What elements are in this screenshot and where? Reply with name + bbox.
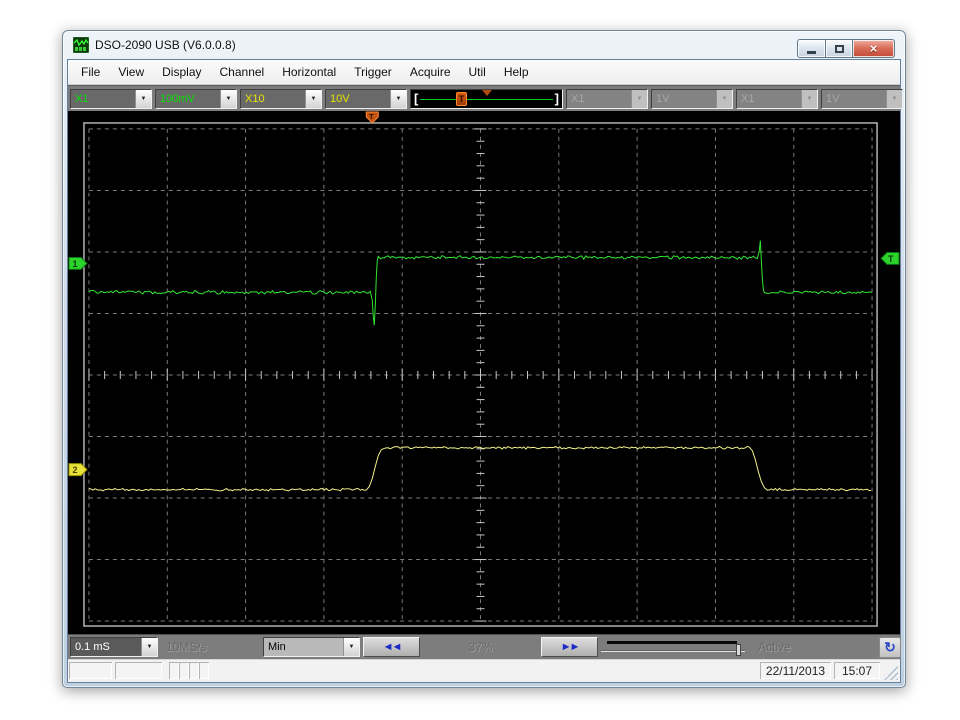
buffer-position-percent: 37% <box>423 637 538 657</box>
channel-toolbar: X1 ▼ 100mV ▼ X10 ▼ 10V ▼ [ ] T <box>68 85 900 111</box>
slider-handle[interactable] <box>736 644 741 656</box>
scope-canvas: 1 2 T T <box>68 111 900 634</box>
status-cell <box>69 662 112 679</box>
position-slider[interactable] <box>601 636 749 659</box>
chevron-down-icon: ▼ <box>631 90 647 108</box>
ext2-probe-combo-disabled: X1 ▼ <box>736 89 818 109</box>
chevron-down-icon[interactable]: ▼ <box>220 90 236 108</box>
ch1-voltage-value: 100mV <box>156 90 220 108</box>
ch2-voltage-value: 10V <box>326 90 390 108</box>
resize-grip[interactable] <box>884 666 898 680</box>
ch2-probe-value: X10 <box>241 90 305 108</box>
app-icon <box>73 37 89 53</box>
ch2-position-marker-label: 2 <box>72 465 77 475</box>
menu-item-channel[interactable]: Channel <box>211 61 274 83</box>
status-indicator-cell <box>179 662 189 679</box>
status-cell <box>115 662 162 679</box>
menu-item-file[interactable]: File <box>72 61 109 83</box>
menu-item-acquire[interactable]: Acquire <box>401 61 460 83</box>
ext1-voltage-value: 1V <box>652 90 716 108</box>
acquisition-mode-value: Min <box>264 638 343 656</box>
chevron-down-icon[interactable]: ▼ <box>343 638 359 656</box>
timebase-value: 0.1 mS <box>71 638 141 656</box>
menu-item-trigger[interactable]: Trigger <box>345 61 401 83</box>
chevron-down-icon[interactable]: ▼ <box>390 90 406 108</box>
ext2-voltage-value: 1V <box>822 90 886 108</box>
timebase-combo[interactable]: 0.1 mS ▼ <box>70 637 158 657</box>
ch1-probe-value: X1 <box>71 90 135 108</box>
menu-item-horizontal[interactable]: Horizontal <box>273 61 345 83</box>
menu-item-view[interactable]: View <box>109 61 153 83</box>
trigger-position-bar[interactable]: [ ] T <box>410 89 563 109</box>
acquisition-mode-combo[interactable]: Min ▼ <box>263 637 360 657</box>
menu-item-display[interactable]: Display <box>153 61 210 83</box>
refresh-icon: ↻ <box>884 639 896 656</box>
ext1-probe-value: X1 <box>567 90 631 108</box>
close-icon: × <box>870 41 878 56</box>
status-indicator-cell <box>199 662 209 679</box>
status-time: 15:07 <box>834 662 880 679</box>
close-button[interactable]: × <box>853 39 895 58</box>
forward-icon: ►► <box>561 641 579 653</box>
refresh-button[interactable]: ↻ <box>879 637 901 658</box>
rewind-icon: ◄◄ <box>383 641 401 653</box>
ext1-probe-combo-disabled: X1 ▼ <box>566 89 648 109</box>
status-bar: 22/11/2013 15:07 <box>68 659 900 682</box>
chevron-down-icon[interactable]: ▼ <box>135 90 151 108</box>
waveform-ch2 <box>89 446 871 491</box>
ch1-position-marker-label: 1 <box>72 259 77 269</box>
ext2-voltage-combo-disabled: 1V ▼ <box>821 89 903 109</box>
trigger-bar-line <box>420 99 553 100</box>
status-date: 22/11/2013 <box>760 662 831 679</box>
sample-rate-label: 10MS/s <box>161 637 260 657</box>
acquisition-status-label: Active <box>752 637 876 657</box>
chevron-down-icon[interactable]: ▼ <box>141 638 157 656</box>
client-area: File View Display Channel Horizontal Tri… <box>67 59 901 683</box>
transport-toolbar: 0.1 mS ▼ 10MS/s Min ▼ ◄◄ 37% ►► Active ↻ <box>68 634 900 659</box>
oscilloscope-display[interactable]: 1 2 T T <box>68 111 900 634</box>
slider-fill-bar <box>607 641 737 644</box>
slider-groove[interactable] <box>601 650 745 652</box>
horizontal-trigger-marker-label: T <box>369 114 374 121</box>
trigger-position-marker[interactable]: T <box>456 92 467 106</box>
ext1-voltage-combo-disabled: 1V ▼ <box>651 89 733 109</box>
trigger-level-marker-label: T <box>888 254 894 264</box>
ch1-voltage-combo[interactable]: 100mV ▼ <box>155 89 237 109</box>
maximize-button[interactable] <box>826 39 853 58</box>
menu-item-help[interactable]: Help <box>495 61 538 83</box>
bracket-left-icon: [ <box>414 91 418 106</box>
scroll-right-button[interactable]: ►► <box>541 637 598 657</box>
ch2-probe-combo[interactable]: X10 ▼ <box>240 89 322 109</box>
chevron-down-icon[interactable]: ▼ <box>305 90 321 108</box>
minimize-button[interactable] <box>797 39 826 58</box>
app-window: DSO-2090 USB (V6.0.0.8) × File View Disp… <box>62 30 906 688</box>
title-bar[interactable]: DSO-2090 USB (V6.0.0.8) × <box>63 31 905 59</box>
minimize-icon <box>807 51 816 54</box>
status-indicator-cell <box>169 662 179 679</box>
menu-item-util[interactable]: Util <box>460 61 495 83</box>
ch2-voltage-combo[interactable]: 10V ▼ <box>325 89 407 109</box>
ch1-probe-combo[interactable]: X1 ▼ <box>70 89 152 109</box>
maximize-icon <box>835 45 844 53</box>
status-indicator-cell <box>189 662 199 679</box>
bracket-right-icon: ] <box>555 91 559 106</box>
chevron-down-icon: ▼ <box>886 90 902 108</box>
trigger-triangle-icon[interactable] <box>482 90 492 96</box>
ext2-probe-value: X1 <box>737 90 801 108</box>
scroll-left-button[interactable]: ◄◄ <box>363 637 420 657</box>
menu-bar: File View Display Channel Horizontal Tri… <box>68 60 900 85</box>
chevron-down-icon: ▼ <box>716 90 732 108</box>
chevron-down-icon: ▼ <box>801 90 817 108</box>
window-title: DSO-2090 USB (V6.0.0.8) <box>95 38 236 52</box>
